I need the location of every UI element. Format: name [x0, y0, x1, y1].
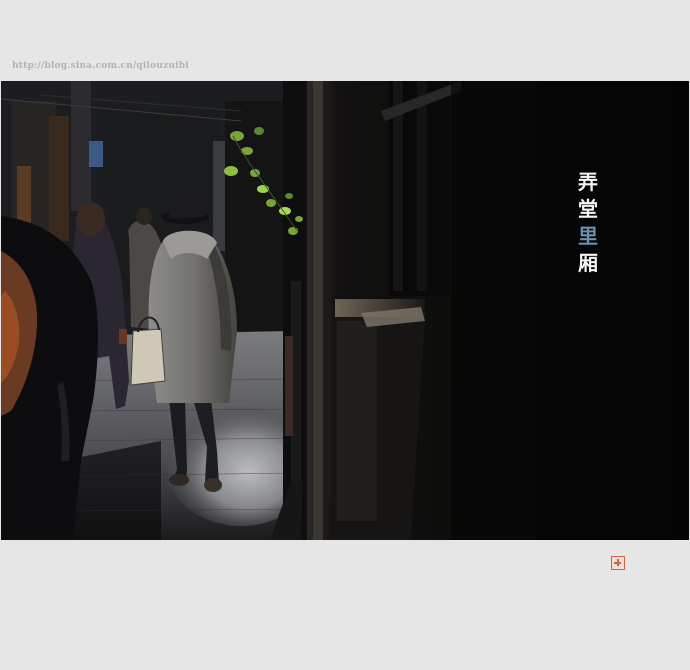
alley-photograph: 弄 堂 里 厢 — [1, 81, 689, 540]
title-char-3: 里 — [578, 224, 598, 248]
red-seal-stamp — [611, 556, 625, 570]
blog-url-watermark: http://blog.sina.com.cn/qilouzuibi — [12, 61, 189, 71]
title-char-2: 堂 — [578, 197, 598, 221]
title-char-1: 弄 — [578, 170, 598, 194]
title-char-4: 厢 — [578, 251, 598, 275]
photo-scene — [1, 81, 689, 540]
vertical-title: 弄 堂 里 厢 — [575, 169, 601, 277]
